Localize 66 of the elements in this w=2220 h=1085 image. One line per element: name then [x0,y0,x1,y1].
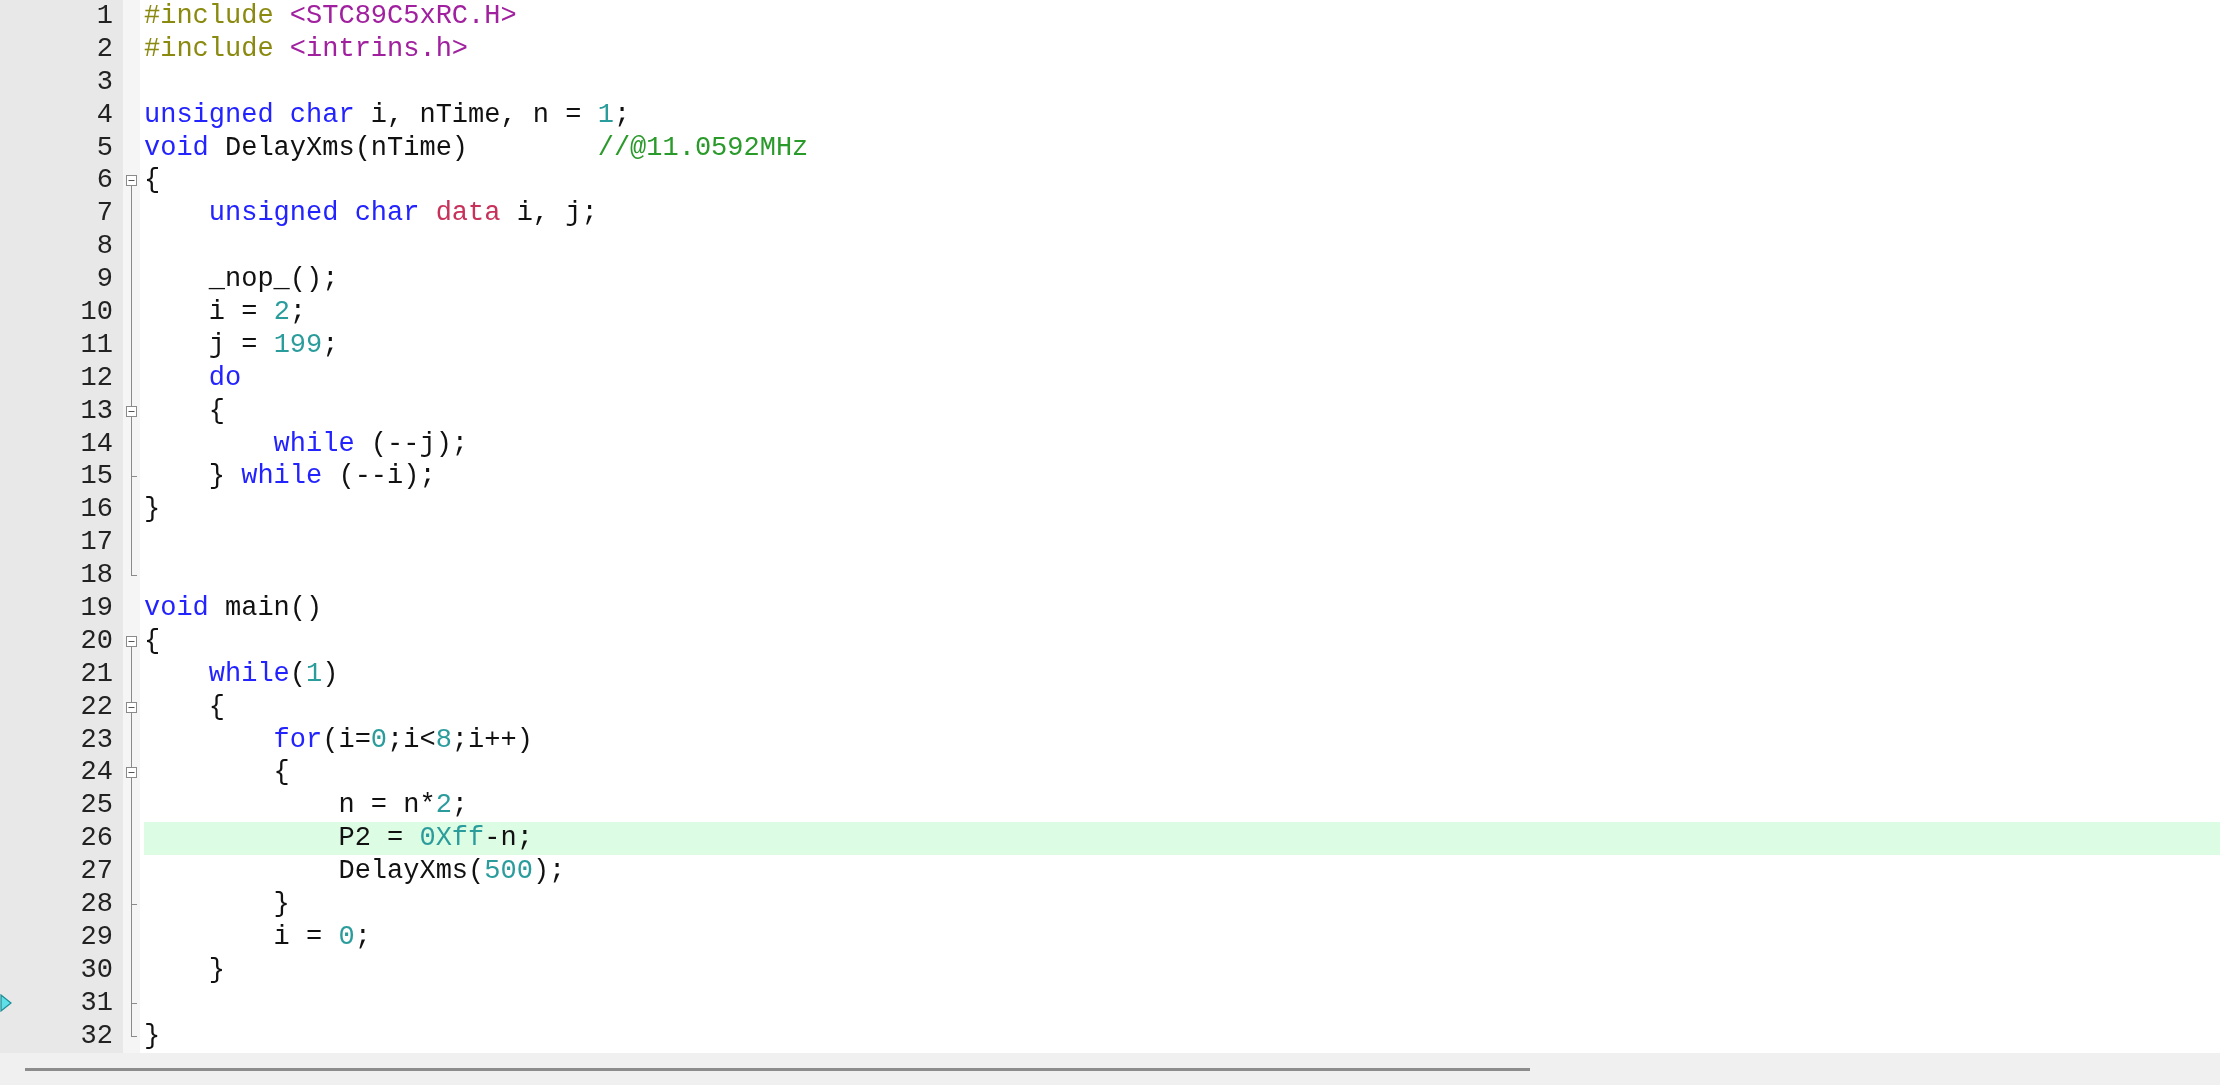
line-number: 9 [96,263,114,297]
line-number: 2 [96,32,114,66]
code-line: for(i=0;i<8;i++) [272,723,533,757]
code-line: #include <intrins.h> [144,32,469,66]
code-line: i = 0; [272,920,371,954]
line-number: 19 [80,592,114,625]
fold-collapse-icon[interactable] [126,635,137,647]
code-line: } while (--i); [207,460,436,494]
line-number: 7 [96,197,114,231]
line-number: 21 [80,657,114,691]
line-number: 6 [96,164,114,198]
code-line: do [207,361,242,395]
code-line: } [207,953,225,987]
code-line: while (--j); [272,427,469,461]
code-line: void DelayXms(nTime) //@11.0592MHz [144,131,809,165]
line-number: 11 [80,328,114,362]
code-line: P2 = 0Xff-n; [337,822,533,856]
line-number: 32 [80,1019,114,1053]
line-number: 23 [80,723,114,757]
code-line: { [144,164,161,198]
code-line: { [207,394,225,428]
horizontal-scrollbar[interactable] [0,1053,2220,1085]
line-number: 10 [80,296,114,329]
code-line: j = 199; [207,328,339,362]
line-number: 12 [80,361,114,395]
code-line: while(1) [207,657,339,691]
line-number: 4 [96,98,114,132]
line-number: 14 [80,427,114,461]
line-number: 30 [80,953,114,987]
code-line: unsigned char i, nTime, n = 1; [144,98,631,132]
line-number: 18 [80,559,114,593]
code-line: { [207,690,225,724]
code-line: { [144,624,161,658]
fold-collapse-icon[interactable] [126,701,137,713]
line-number: 3 [96,65,114,99]
line-number: 22 [80,690,114,724]
code-line: } [144,1019,161,1053]
line-number: 24 [80,756,114,790]
line-number: 28 [80,888,114,921]
code-line: i = 2; [207,296,307,329]
line-number: 29 [80,920,114,954]
code-line: } [272,888,290,921]
code-line: DelayXms(500); [337,855,566,889]
line-number: 1 [96,0,114,33]
line-number: 27 [80,855,114,889]
line-number: 20 [80,624,114,658]
line-number: 15 [80,460,114,494]
line-number: 16 [80,493,114,527]
fold-collapse-icon[interactable] [126,405,137,417]
fold-collapse-icon[interactable] [126,767,137,779]
scrollbar-thumb[interactable] [25,1067,1530,1071]
code-line: { [272,756,290,790]
line-number: 31 [80,986,114,1020]
code-line: } [144,493,161,527]
code-line: unsigned char data i, j; [207,197,598,231]
code-line: _nop_(); [207,263,339,296]
code-line: #include <STC89C5xRC.H> [144,0,517,33]
line-number: 25 [80,789,114,823]
line-number: 13 [80,394,114,428]
line-number: 8 [96,230,114,264]
line-number: 5 [96,131,114,165]
line-number: 26 [80,822,114,856]
code-line: n = n*2; [337,789,469,823]
code-line: void main() [144,592,323,625]
fold-collapse-icon[interactable] [126,175,137,187]
line-number: 17 [80,526,114,560]
